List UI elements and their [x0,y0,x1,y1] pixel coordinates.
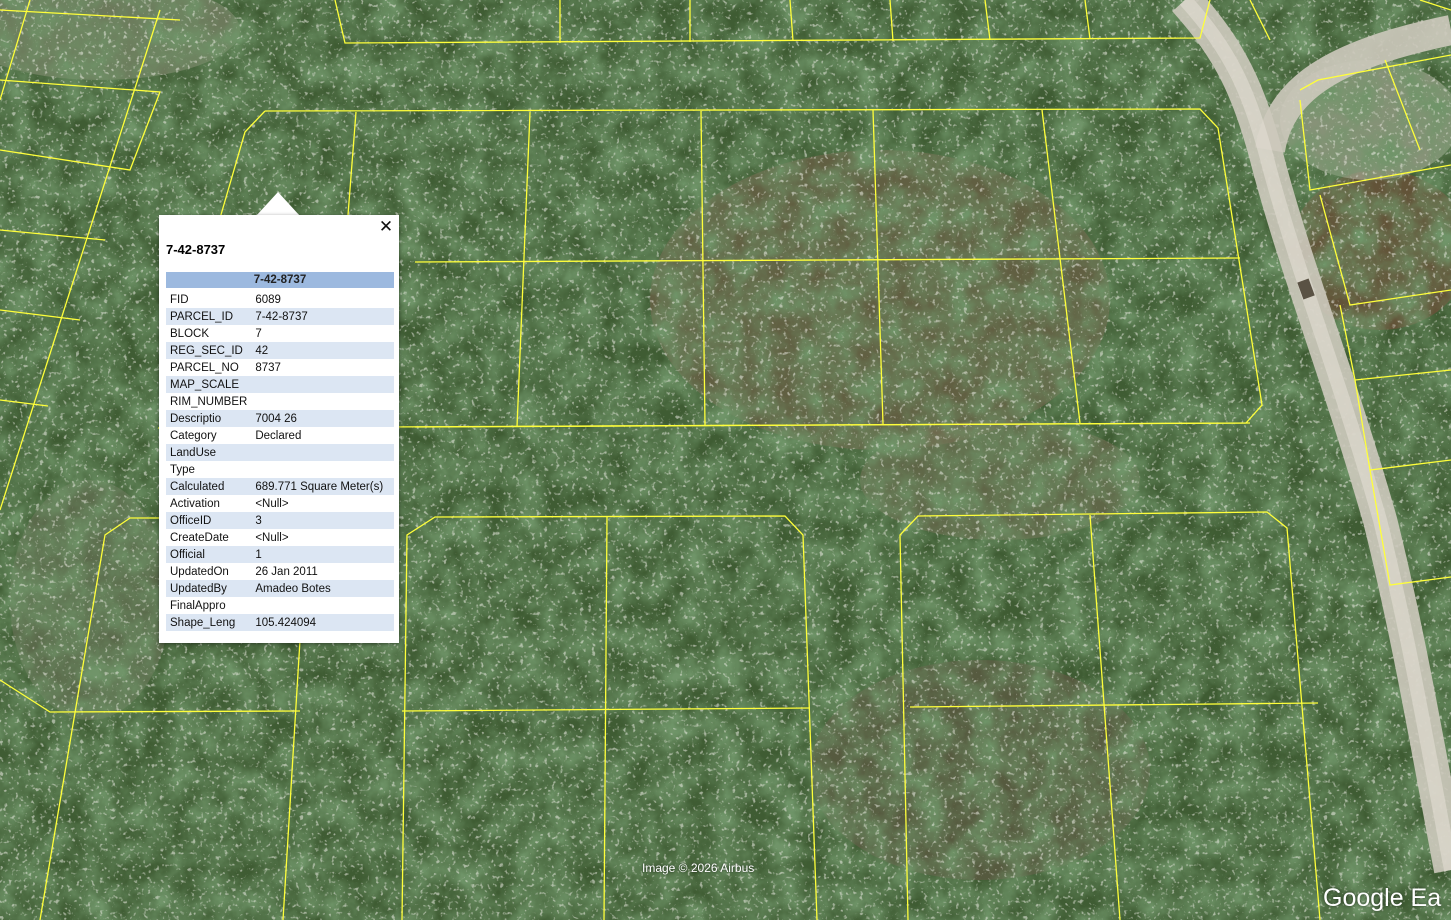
popup-title: 7-42-8737 [166,242,226,257]
attribute-row: UpdatedBy Amadeo Botes [166,580,394,597]
google-earth-logo: Google Ea [1323,884,1442,912]
attribute-row: Activation <Null> [166,495,394,512]
parcel-info-popup: ✕ 7-42-8737 7-42-8737 FID 6089 PARCEL_ID 7-… [159,215,399,643]
attribute-key: Official [166,546,252,563]
attribute-key: CreateDate [170,531,229,544]
attribute-row: FID 6089 [166,291,394,308]
attribute-value [251,393,394,410]
close-icon[interactable]: ✕ [377,218,395,236]
attribute-key: FID [170,293,189,306]
attribute-key: Calculated [166,478,252,495]
attribute-value: 7 [255,327,262,340]
attribute-key: OfficeID [166,512,252,529]
attribute-value: Declared [255,429,302,442]
attribute-key: Descriptio [166,410,252,427]
attribute-table-header: 7-42-8737 [166,272,394,288]
attribute-value: 105.424094 [251,614,394,631]
attribute-key: REG_SEC_ID [166,342,252,359]
attribute-row: BLOCK 7 [166,325,394,342]
imagery-attribution: Image © 2026 Airbus [642,861,755,875]
attribute-row: LandUse [166,444,394,461]
attribute-row: REG_SEC_ID 42 [166,342,394,359]
attribute-key: Category [170,429,217,442]
attribute-row: RIM_NUMBER [166,393,394,410]
attribute-row: Descriptio 7004 26 [166,410,394,427]
attribute-key: Activation [170,497,220,510]
attribute-row: OfficeID 3 [166,512,394,529]
attribute-value [251,376,394,393]
attribute-value: 42 [251,342,394,359]
attribute-table: 7-42-8737 FID 6089 PARCEL_ID 7-42-8737 BLOCK… [166,272,394,631]
attribute-row: Type [166,461,394,478]
attribute-row: PARCEL_ID 7-42-8737 [166,308,394,325]
attribute-key: UpdatedBy [166,580,252,597]
attribute-row: Shape_Leng 105.424094 [166,614,394,631]
attribute-value: 6089 [255,293,281,306]
attribute-value: 1 [251,546,394,563]
attribute-row: Calculated 689.771 Square Meter(s) [166,478,394,495]
attribute-row: MAP_SCALE [166,376,394,393]
attribute-value: 26 Jan 2011 [255,565,318,578]
attribute-key: RIM_NUMBER [170,395,248,408]
attribute-row: PARCEL_NO 8737 [166,359,394,376]
attribute-row: UpdatedOn 26 Jan 2011 [166,563,394,580]
attribute-value: <Null> [255,497,289,510]
attribute-value: 8737 [255,361,281,374]
attribute-value: 7-42-8737 [251,308,394,325]
attribute-key: LandUse [166,444,252,461]
attribute-key: UpdatedOn [170,565,229,578]
attribute-key: PARCEL_NO [170,361,239,374]
attribute-row: CreateDate <Null> [166,529,394,546]
attribute-key: BLOCK [170,327,209,340]
attribute-value: Amadeo Botes [251,580,394,597]
attribute-value [251,597,394,614]
attribute-key: MAP_SCALE [166,376,252,393]
attribute-row: Official 1 [166,546,394,563]
attribute-key: Shape_Leng [166,614,252,631]
attribute-key: PARCEL_ID [166,308,252,325]
attribute-value: 7004 26 [251,410,394,427]
attribute-row: FinalAppro [166,597,394,614]
popup-pointer [256,192,300,216]
attribute-key: FinalAppro [170,599,226,612]
attribute-key: Type [170,463,195,476]
attribute-value: 689.771 Square Meter(s) [251,478,394,495]
attribute-value [251,444,394,461]
attribute-value [251,461,394,478]
attribute-value: 3 [251,512,394,529]
attribute-value: <Null> [255,531,289,544]
attribute-row: Category Declared [166,427,394,444]
